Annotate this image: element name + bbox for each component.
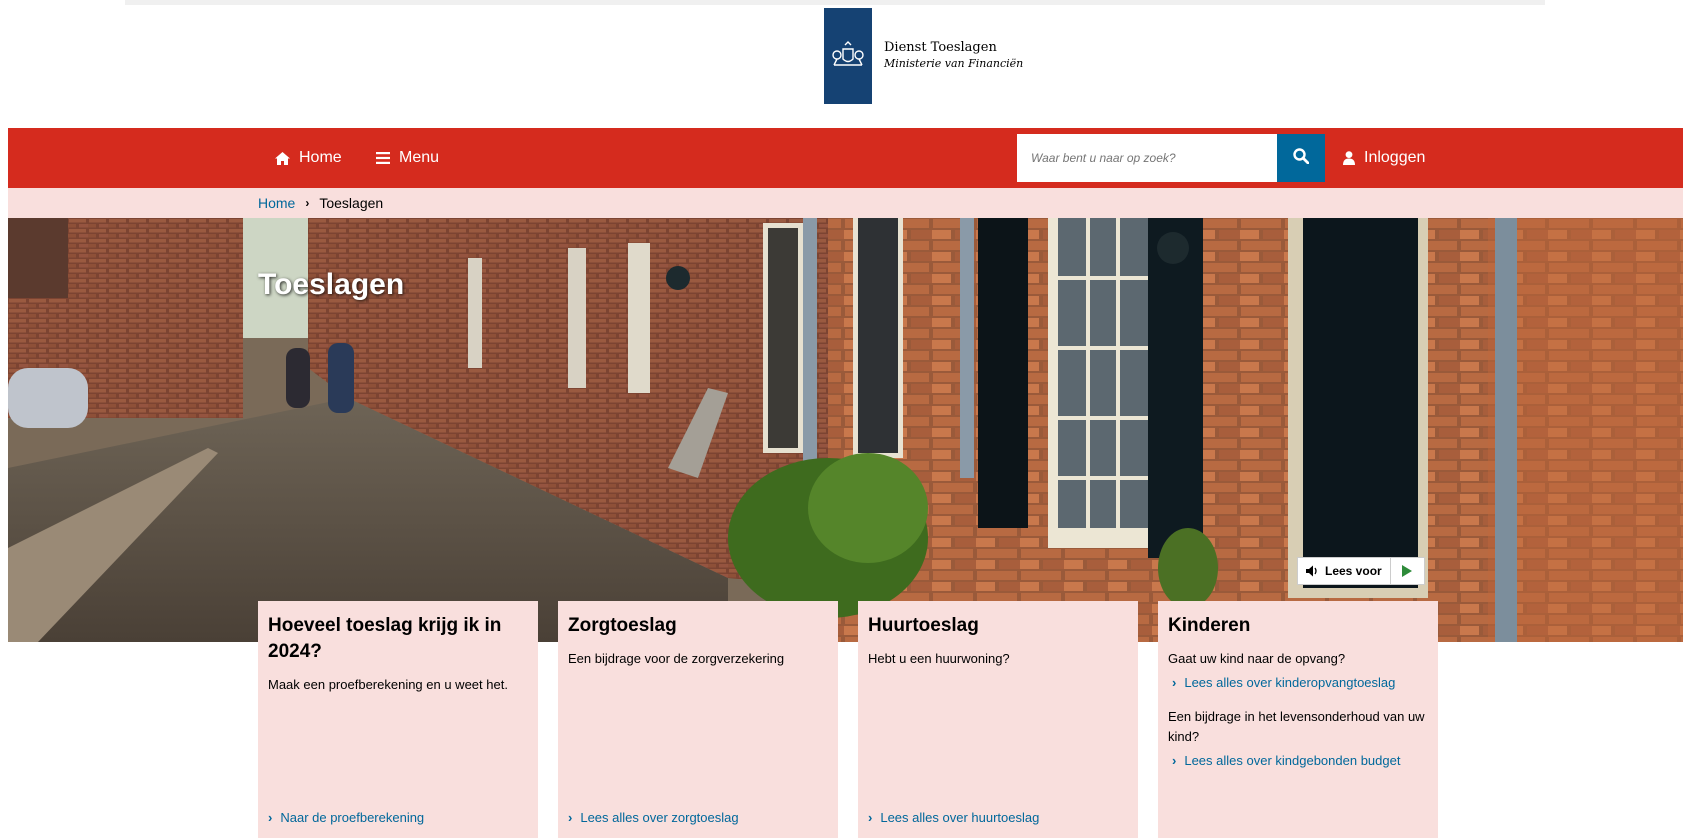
card-link-zorgtoeslag[interactable]: › Lees alles over zorgtoeslag <box>568 808 739 828</box>
card-link-label: Lees alles over zorgtoeslag <box>580 810 739 825</box>
card-link-huurtoeslag[interactable]: › Lees alles over huurtoeslag <box>868 808 1039 828</box>
hamburger-icon <box>376 152 390 164</box>
nav-menu-label: Menu <box>399 149 440 166</box>
hero-banner: Toeslagen Lees voor <box>8 218 1683 642</box>
card-text: Maak een proefberekening en u weet het. <box>268 677 508 692</box>
breadcrumb: Home › Toeslagen <box>8 188 1683 218</box>
card-title: Kinderen <box>1168 615 1251 636</box>
search-button[interactable] <box>1277 134 1325 182</box>
card-kinderen: Kinderen Gaat uw kind naar de opvang? › … <box>1158 601 1438 838</box>
card-link-label: Lees alles over kindgebonden budget <box>1184 753 1401 768</box>
nav-login-link[interactable]: Inloggen <box>1343 128 1425 188</box>
nav-home-label: Home <box>299 149 342 166</box>
breadcrumb-current: Toeslagen <box>319 195 384 211</box>
logo-subtitle: Ministerie van Financiën <box>884 57 1024 70</box>
card-link-proefberekening[interactable]: › Naar de proefberekening <box>268 808 424 828</box>
card-title: Huurtoeslag <box>868 615 979 636</box>
read-aloud-play-button[interactable] <box>1389 558 1424 584</box>
breadcrumb-separator: › <box>305 196 310 210</box>
chevron-right-icon: › <box>1172 675 1177 690</box>
main-navbar: Home Menu Inloggen <box>8 128 1683 188</box>
logo-title: Dienst Toeslagen <box>884 40 997 55</box>
home-icon <box>275 151 290 165</box>
read-aloud-label: Lees voor <box>1325 564 1382 578</box>
nav-menu-button[interactable]: Menu <box>376 128 439 188</box>
card-link-kindgebonden-budget[interactable]: › Lees alles over kindgebonden budget <box>1172 751 1428 771</box>
card-link-label: Lees alles over kinderopvangtoeslag <box>1184 675 1396 690</box>
card-link-kinderopvangtoeslag[interactable]: › Lees alles over kinderopvangtoeslag <box>1172 673 1428 693</box>
card-huurtoeslag: Huurtoeslag Hebt u een huurwoning? › Lee… <box>858 601 1138 838</box>
nav-home-link[interactable]: Home <box>275 128 342 188</box>
logo[interactable]: Dienst Toeslagen Ministerie van Financië… <box>824 8 1023 104</box>
speaker-icon <box>1306 565 1320 577</box>
read-aloud-widget: Lees voor <box>1297 557 1425 585</box>
card-link-label: Naar de proefberekening <box>280 810 425 825</box>
chevron-right-icon: › <box>1172 753 1177 768</box>
card-proefberekening: Hoeveel toeslag krijg ik in 2024? Maak e… <box>258 601 538 838</box>
card-text: Hebt u een huurwoning? <box>868 651 1010 666</box>
card-zorgtoeslag: Zorgtoeslag Een bijdrage voor de zorgver… <box>558 601 838 838</box>
nav-login-label: Inloggen <box>1364 149 1426 166</box>
card-title: Zorgtoeslag <box>568 615 677 636</box>
chevron-right-icon: › <box>568 810 573 825</box>
card-text: Een bijdrage voor de zorgverzekering <box>568 651 785 666</box>
breadcrumb-home-link[interactable]: Home <box>258 195 295 211</box>
logo-emblem <box>824 8 872 104</box>
hero-title: Toeslagen <box>258 268 405 301</box>
card-text-secondary: Een bijdrage in het levensonderhoud van … <box>1168 709 1425 744</box>
coat-of-arms-icon <box>832 41 864 66</box>
user-icon <box>1343 151 1355 165</box>
chevron-right-icon: › <box>268 810 273 825</box>
read-aloud-button[interactable]: Lees voor <box>1298 558 1390 584</box>
chevron-right-icon: › <box>868 810 873 825</box>
card-text: Gaat uw kind naar de opvang? <box>1168 651 1346 666</box>
card-link-label: Lees alles over huurtoeslag <box>880 810 1040 825</box>
top-divider <box>125 0 1545 5</box>
search-icon <box>1293 147 1310 169</box>
search-input[interactable] <box>1017 134 1277 182</box>
play-icon <box>1402 565 1413 577</box>
card-title: Hoeveel toeslag krijg ik in 2024? <box>268 615 502 662</box>
